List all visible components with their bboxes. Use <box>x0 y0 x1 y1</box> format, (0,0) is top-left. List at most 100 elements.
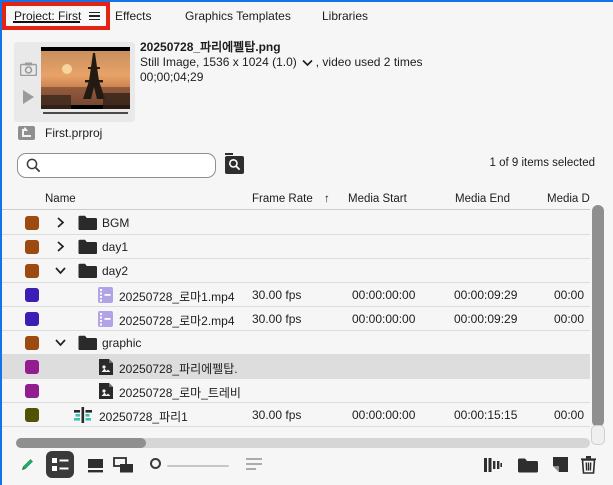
image-icon <box>99 383 113 402</box>
table-row[interactable]: graphic <box>2 331 590 355</box>
project-file-name: First.prproj <box>45 126 103 140</box>
automate-to-sequence-icon[interactable] <box>484 457 502 478</box>
new-bin-icon[interactable] <box>517 457 538 478</box>
play-icon[interactable] <box>23 90 34 104</box>
cell-media-duration: 00:00 <box>554 408 585 422</box>
item-name[interactable]: 20250728_파리1 <box>99 408 188 425</box>
table-row[interactable]: day2 <box>2 259 590 283</box>
vertical-scrollbar-end <box>591 425 605 445</box>
selected-clip-title: 20250728_파리에펠탑.png <box>140 40 281 54</box>
table-row[interactable]: 20250728_파리에펠탑. <box>2 355 590 379</box>
table-row[interactable]: 20250728_로마1.mp4 30.00 fps 00:00:00:00 00:0… <box>2 283 590 307</box>
table-row[interactable]: 20250728_로마2.mp4 30.00 fps 00:00:00:00 00:0… <box>2 307 590 331</box>
horizontal-scrollbar-thumb[interactable] <box>16 438 146 448</box>
project-writable-icon[interactable] <box>19 456 36 478</box>
preview-area <box>14 42 135 122</box>
folder-icon <box>78 239 97 257</box>
table-row[interactable]: 20250728_파리1 30.00 fps 00:00:00:00 00:00:15… <box>2 403 590 427</box>
column-header-media-duration[interactable]: Media D <box>547 193 590 205</box>
preview-thumbnail[interactable] <box>41 47 130 109</box>
project-item-list: BGM day1 day2 20250728_로마1.mp4 30.00 fps 00:0… <box>2 211 590 427</box>
clip-usage-info: , video used 2 times <box>315 55 423 69</box>
item-name[interactable]: graphic <box>102 336 141 350</box>
cell-media-end: 00:00:09:29 <box>454 288 518 302</box>
cell-frame-rate: 30.00 fps <box>252 288 302 302</box>
table-row[interactable]: 20250728_로마_트레비 <box>2 379 590 403</box>
column-header-media-end[interactable]: Media End <box>455 193 510 205</box>
clip-duration: 00;00;04;29 <box>140 70 204 84</box>
column-header-media-start[interactable]: Media Start <box>348 193 407 205</box>
label-color-swatch[interactable] <box>25 288 39 302</box>
zoom-slider-track[interactable] <box>167 465 229 467</box>
label-color-swatch[interactable] <box>25 384 39 398</box>
find-in-project-button[interactable] <box>225 153 244 174</box>
chevron-down-icon[interactable] <box>55 337 67 349</box>
label-color-swatch[interactable] <box>25 312 39 326</box>
cell-media-start: 00:00:00:00 <box>352 408 416 422</box>
list-view-button[interactable] <box>46 451 74 478</box>
poster-frame-icon[interactable] <box>19 62 38 81</box>
thumbnail-scrubber[interactable] <box>43 112 128 114</box>
bottom-toolbar <box>0 449 613 485</box>
clip-icon <box>98 311 113 330</box>
search-icon <box>26 158 41 173</box>
delete-icon[interactable] <box>580 455 597 479</box>
chevron-down-icon[interactable] <box>55 265 67 277</box>
label-color-swatch[interactable] <box>25 336 39 350</box>
preview-info: 20250728_파리에펠탑.png Still Image, 1536 x 1… <box>140 40 600 84</box>
tab-effects[interactable]: Effects <box>115 2 151 30</box>
folder-icon <box>78 215 97 233</box>
item-name[interactable]: day1 <box>102 240 128 254</box>
sort-ascending-icon[interactable]: ↑ <box>324 193 330 205</box>
folder-icon <box>78 335 97 353</box>
cell-media-end: 00:00:15:15 <box>454 408 518 422</box>
breadcrumb: First.prproj <box>18 126 102 140</box>
item-name[interactable]: 20250728_파리에펠탑. <box>119 360 238 377</box>
item-name[interactable]: day2 <box>102 264 128 278</box>
cell-frame-rate: 30.00 fps <box>252 312 302 326</box>
item-name[interactable]: 20250728_로마1.mp4 <box>119 288 235 305</box>
freeform-view-button[interactable] <box>113 457 135 479</box>
label-color-swatch[interactable] <box>25 360 39 374</box>
cell-media-end: 00:00:09:29 <box>454 312 518 326</box>
table-row[interactable]: BGM <box>2 211 590 235</box>
column-header-frame-rate[interactable]: Frame Rate <box>252 193 313 205</box>
vertical-scrollbar[interactable] <box>592 205 604 427</box>
icon-view-button[interactable] <box>87 458 104 478</box>
label-color-swatch[interactable] <box>25 240 39 254</box>
search-input[interactable] <box>47 155 215 176</box>
clip-format-info: Still Image, 1536 x 1024 (1.0) <box>140 55 297 69</box>
sort-options-icon[interactable] <box>246 458 262 473</box>
tab-libraries[interactable]: Libraries <box>322 2 368 30</box>
new-item-icon[interactable] <box>552 456 569 478</box>
folder-icon <box>78 263 97 281</box>
panel-tab-bar: Project: First Effects Graphics Template… <box>2 2 613 32</box>
image-icon <box>99 359 113 378</box>
chevron-right-icon[interactable] <box>55 241 67 253</box>
navigate-up-icon[interactable] <box>18 126 35 140</box>
item-name[interactable]: BGM <box>102 216 129 230</box>
label-color-swatch[interactable] <box>25 216 39 230</box>
table-row[interactable]: day1 <box>2 235 590 259</box>
active-tab-underline <box>13 21 81 23</box>
label-color-swatch[interactable] <box>25 408 39 422</box>
panel-menu-icon[interactable] <box>89 11 101 21</box>
item-name[interactable]: 20250728_로마_트레비 <box>119 384 241 401</box>
usage-dropdown-icon[interactable] <box>302 59 313 67</box>
column-header-name[interactable]: Name <box>45 193 76 205</box>
tab-graphics-templates[interactable]: Graphics Templates <box>185 2 291 30</box>
search-box[interactable] <box>17 153 216 178</box>
cell-media-duration: 00:00 <box>554 312 585 326</box>
tab-project[interactable]: Project: First <box>2 2 111 30</box>
item-name[interactable]: 20250728_로마2.mp4 <box>119 312 235 329</box>
label-color-swatch[interactable] <box>25 264 39 278</box>
cell-frame-rate: 30.00 fps <box>252 408 302 422</box>
project-panel: Project: First Effects Graphics Template… <box>0 0 613 485</box>
cell-media-start: 00:00:00:00 <box>352 288 416 302</box>
sequence-icon <box>74 407 92 426</box>
cell-media-start: 00:00:00:00 <box>352 312 416 326</box>
selection-status: 1 of 9 items selected <box>489 157 595 169</box>
clip-icon <box>98 287 113 306</box>
zoom-slider-knob[interactable] <box>150 458 161 469</box>
chevron-right-icon[interactable] <box>55 217 67 229</box>
